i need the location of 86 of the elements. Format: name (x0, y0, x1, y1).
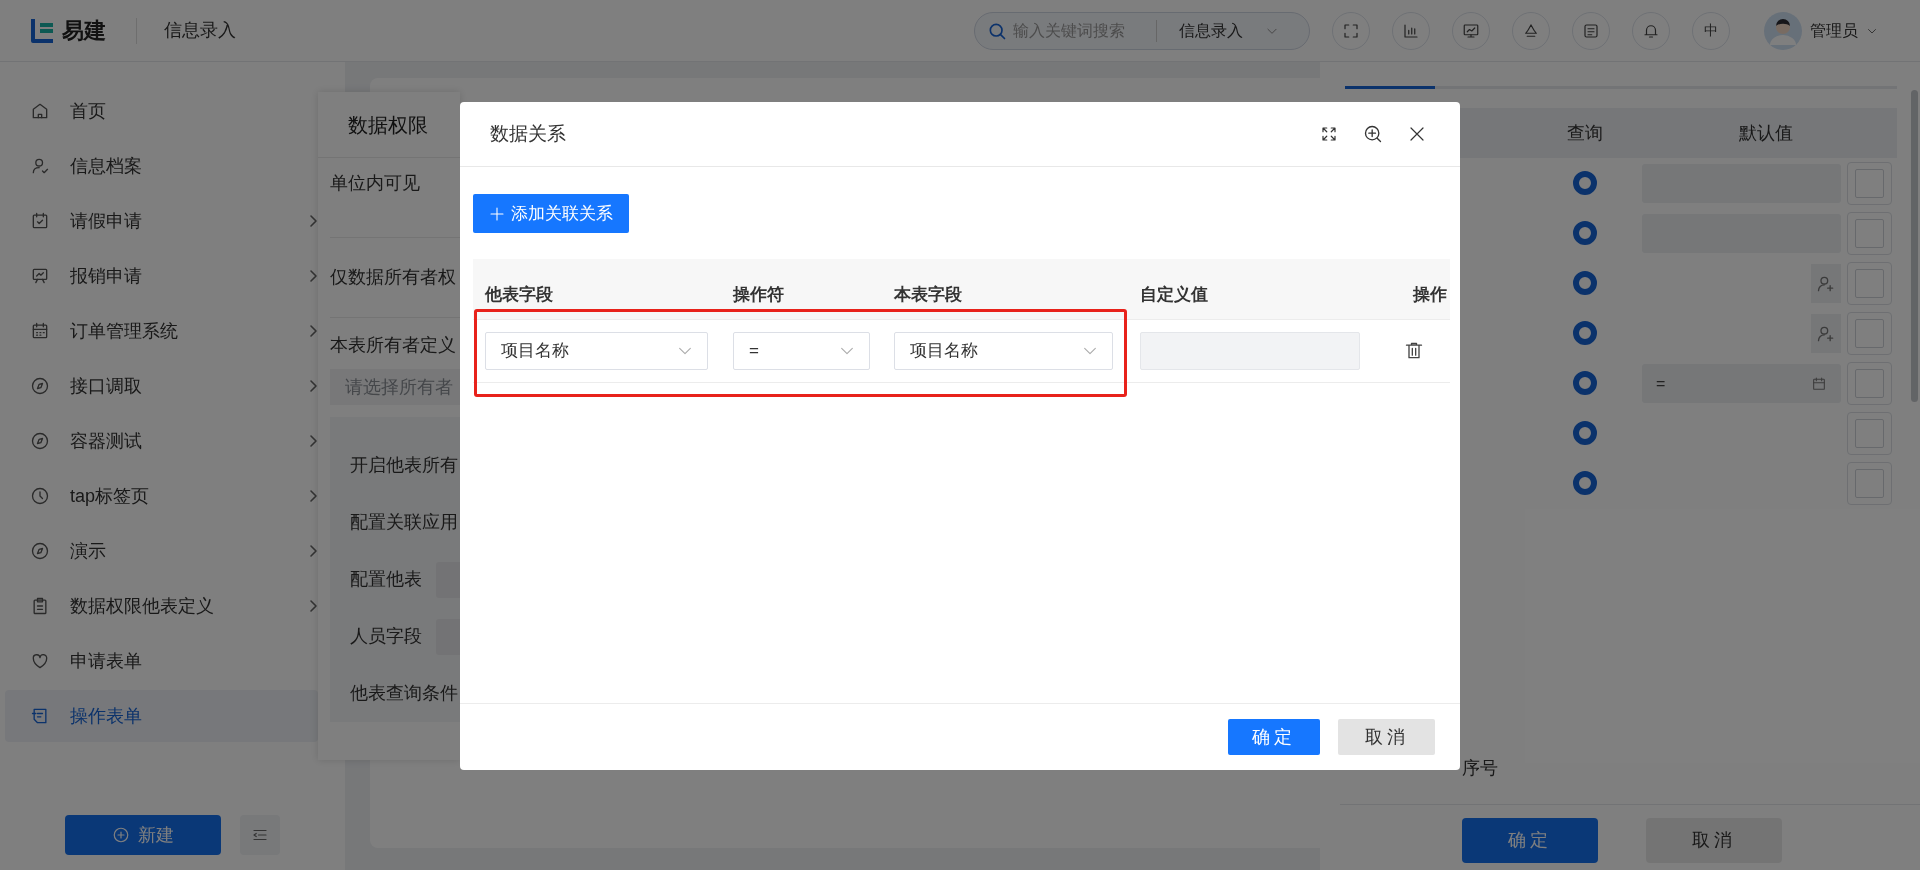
presentation-icon (30, 266, 50, 286)
sidebar-item[interactable]: 申请表单 (5, 635, 318, 687)
field-select[interactable]: 项目名称 (894, 332, 1113, 370)
sidebar-item[interactable]: 接口调取 (5, 360, 318, 412)
column-header: 自定义值 (1140, 283, 1208, 306)
compass-icon (30, 431, 50, 451)
logo-text: 易建 (62, 17, 106, 45)
radio-button[interactable] (1573, 471, 1597, 495)
scrollbar[interactable] (1911, 90, 1918, 402)
option-label: 单位内可见 (330, 172, 420, 195)
sidebar-item[interactable]: 订单管理系统 (5, 305, 318, 357)
checkbox[interactable] (1855, 369, 1884, 398)
checkbox[interactable] (1855, 319, 1884, 348)
setting-label: 开启他表所有 (350, 454, 458, 477)
sidebar-item[interactable]: 请假申请 (5, 195, 318, 247)
setting-label: 人员字段 (350, 625, 422, 648)
home-icon (30, 101, 50, 121)
fullscreen-icon (1342, 21, 1360, 40)
sidebar-item[interactable]: 演示 (5, 525, 318, 577)
date-field[interactable]: = (1642, 364, 1841, 403)
sidebar-item[interactable]: 操作表单 (5, 690, 318, 742)
radio-button[interactable] (1573, 221, 1597, 245)
radio-button[interactable] (1573, 171, 1597, 195)
column-header: 操作 (1413, 283, 1447, 306)
cancel-button[interactable]: 取消 (1646, 818, 1782, 863)
user-check-icon (30, 156, 50, 176)
calendar-icon (30, 321, 50, 341)
sidebar-item[interactable]: 首页 (5, 85, 318, 137)
checkbox[interactable] (1855, 419, 1884, 448)
custom-value-field[interactable] (1140, 332, 1360, 370)
close-icon (1408, 125, 1426, 143)
operator-select[interactable]: = (733, 332, 870, 370)
clock-icon (30, 486, 50, 506)
modal-title: 数据关系 (490, 121, 567, 146)
new-button[interactable]: 新建 (65, 815, 221, 855)
plus-icon (489, 205, 505, 222)
field-value: = (1656, 373, 1667, 394)
heart-icon (30, 651, 50, 671)
person-add-button[interactable] (1811, 314, 1841, 353)
setting-label: 他表查询条件 (350, 682, 458, 705)
column-header: 他表字段 (485, 283, 553, 306)
checkbox[interactable] (1855, 169, 1884, 198)
user-name[interactable]: 管理员 (1810, 18, 1858, 43)
cancel-button[interactable]: 取消 (1338, 719, 1435, 755)
avatar-icon[interactable] (1764, 11, 1802, 50)
owner-label: 本表所有者定义 (330, 334, 457, 357)
setting-label: 序号 (1462, 757, 1498, 780)
checkbox[interactable] (1855, 269, 1884, 298)
radio-button[interactable] (1573, 271, 1597, 295)
checkbox[interactable] (1855, 219, 1884, 248)
fullscreen-icon (1320, 125, 1338, 143)
sidebar-item[interactable]: tap标签页 (5, 470, 318, 522)
confirm-button[interactable]: 确定 (1228, 719, 1320, 755)
setting-label: 配置关联应用 (350, 511, 458, 534)
radio-button[interactable] (1573, 321, 1597, 345)
person-add-button[interactable] (1811, 264, 1841, 303)
compass-icon (30, 541, 50, 561)
page-title: 信息录入 (164, 19, 236, 42)
add-relation-button[interactable]: 添加关联关系 (473, 194, 629, 233)
compass-icon (30, 376, 50, 396)
sidebar-item[interactable]: 容器测试 (5, 415, 318, 467)
calendar-check-icon (30, 211, 50, 231)
zoom-in-button[interactable] (1362, 123, 1384, 145)
sidebar-item[interactable]: 信息档案 (5, 140, 318, 192)
column-header: 查询 (1567, 121, 1603, 145)
sidebar-item[interactable]: 数据权限他表定义 (5, 580, 318, 632)
calendar-icon (1811, 375, 1827, 392)
radio-button[interactable] (1573, 421, 1597, 445)
setting-label: 配置他表 (350, 568, 422, 591)
column-header: 操作符 (733, 283, 784, 306)
logo-icon (30, 18, 54, 43)
plus-circle-icon (112, 826, 130, 844)
form-icon (30, 706, 50, 726)
zoom-in-icon (1363, 124, 1383, 144)
option-label: 仅数据所有者权 (330, 266, 456, 289)
collapse-button[interactable] (240, 815, 280, 855)
monitor-icon (1462, 21, 1480, 40)
field-select[interactable]: 项目名称 (485, 332, 708, 370)
checkbox[interactable] (1855, 469, 1884, 498)
search-scope[interactable]: 信息录入 (1179, 18, 1243, 43)
list-icon (1582, 21, 1600, 40)
column-header: 本表字段 (894, 283, 962, 306)
sidebar-item[interactable]: 报销申请 (5, 250, 318, 302)
confirm-button[interactable]: 确定 (1462, 818, 1598, 863)
column-header: 默认值 (1739, 121, 1793, 145)
radio-button[interactable] (1573, 371, 1597, 395)
